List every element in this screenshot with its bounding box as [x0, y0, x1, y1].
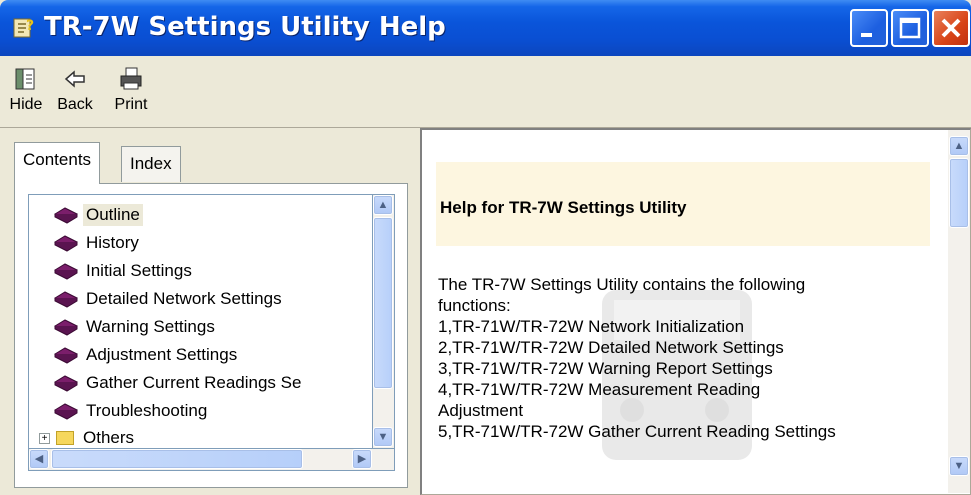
maximize-button[interactable]: [891, 9, 929, 47]
body-line: 5,TR-71W/TR-72W Gather Current Reading S…: [438, 422, 836, 441]
book-icon: [54, 291, 78, 308]
help-app-icon: ?: [13, 18, 34, 38]
scrollbar-thumb[interactable]: [51, 449, 303, 469]
body-line: Adjustment: [438, 401, 524, 420]
help-content-pane: Help for TR-7W Settings Utility The TR-7…: [420, 128, 971, 495]
navigation-pane: Index Contents Outline History Initial S…: [6, 134, 414, 491]
tree-item-others[interactable]: + Others: [29, 424, 137, 448]
scroll-left-button[interactable]: ◀: [29, 449, 49, 469]
hide-label: Hide: [9, 96, 43, 113]
tab-contents-label: Contents: [23, 150, 92, 169]
tree-item-label: Adjustment Settings: [86, 345, 238, 364]
body-line: functions:: [438, 296, 511, 315]
tree-item-label: Others: [83, 428, 135, 447]
tree-item-gather-current-readings[interactable]: Gather Current Readings Se: [53, 369, 304, 397]
minimize-button[interactable]: [850, 9, 888, 47]
toolbar: Hide Back Print: [0, 56, 971, 128]
tree-item-label: Initial Settings: [86, 261, 192, 280]
book-icon: [54, 263, 78, 280]
book-icon: [54, 403, 78, 420]
help-heading: Help for TR-7W Settings Utility: [440, 198, 687, 217]
printer-icon: [120, 67, 142, 90]
tree-horizontal-scrollbar[interactable]: ◀ ▶: [28, 449, 395, 471]
print-button[interactable]: Print: [106, 66, 156, 124]
scroll-down-button[interactable]: ▼: [373, 427, 393, 447]
scroll-down-button[interactable]: ▼: [949, 456, 969, 476]
minimize-icon: [861, 33, 872, 37]
hide-pane-icon: [15, 68, 35, 90]
svg-text:?: ?: [26, 18, 34, 34]
tab-contents[interactable]: Contents: [14, 142, 101, 184]
scroll-up-button[interactable]: ▲: [373, 195, 393, 215]
scrollbar-thumb[interactable]: [949, 158, 969, 228]
scrollbar-thumb[interactable]: [373, 217, 393, 389]
scroll-right-button[interactable]: ▶: [352, 449, 372, 469]
tree-item-label: Detailed Network Settings: [86, 289, 282, 308]
title-bar[interactable]: ? TR-7W Settings Utility Help: [0, 0, 971, 56]
tree-item-outline[interactable]: Outline: [53, 201, 143, 229]
body-line: The TR-7W Settings Utility contains the …: [438, 275, 806, 294]
book-icon: [54, 375, 78, 392]
tree-vertical-scrollbar[interactable]: ▲ ▼: [373, 194, 395, 449]
tree-item-label: Troubleshooting: [86, 401, 208, 420]
tab-index-label: Index: [130, 154, 172, 173]
tab-index[interactable]: Index: [121, 146, 181, 182]
tree-item-troubleshooting[interactable]: Troubleshooting: [53, 397, 210, 425]
tree-item-label: Warning Settings: [86, 317, 215, 336]
maximize-icon: [899, 17, 921, 39]
content-vertical-scrollbar[interactable]: ▲ ▼: [948, 130, 970, 493]
back-arrow-icon: [64, 70, 85, 88]
tree-item-warning-settings[interactable]: Warning Settings: [53, 313, 218, 341]
tree-item-detailed-network-settings[interactable]: Detailed Network Settings: [53, 285, 285, 313]
hide-button[interactable]: Hide: [6, 66, 46, 124]
book-icon: [54, 235, 78, 252]
book-icon: [54, 319, 78, 336]
tree-item-history[interactable]: History: [53, 229, 142, 257]
tree-item-adjustment-settings[interactable]: Adjustment Settings: [53, 341, 240, 369]
back-button[interactable]: Back: [50, 66, 100, 124]
print-label: Print: [114, 96, 148, 113]
body-line: 2,TR-71W/TR-72W Detailed Network Setting…: [438, 338, 784, 357]
contents-panel: Outline History Initial Settings Detaile…: [14, 183, 408, 488]
body-line: 4,TR-71W/TR-72W Measurement Reading: [438, 380, 761, 399]
tree-item-label: History: [86, 233, 139, 252]
window-title: TR-7W Settings Utility Help: [44, 12, 446, 42]
tree-item-label: Gather Current Readings Se: [86, 373, 302, 392]
book-icon: [54, 207, 78, 224]
scroll-up-button[interactable]: ▲: [949, 136, 969, 156]
close-icon: [941, 18, 961, 38]
body-line: 1,TR-71W/TR-72W Network Initialization: [438, 317, 745, 336]
close-button[interactable]: [932, 9, 970, 47]
back-label: Back: [57, 96, 93, 113]
tree-item-label: Outline: [83, 204, 143, 226]
heading-banner: Help for TR-7W Settings Utility: [436, 162, 930, 246]
contents-tree[interactable]: Outline History Initial Settings Detaile…: [28, 194, 373, 449]
folder-icon: [56, 431, 74, 445]
book-icon: [54, 347, 78, 364]
help-body-text: The TR-7W Settings Utility contains the …: [438, 274, 938, 442]
tree-item-initial-settings[interactable]: Initial Settings: [53, 257, 195, 285]
body-line: 3,TR-71W/TR-72W Warning Report Settings: [438, 359, 773, 378]
expand-plus-icon[interactable]: +: [39, 432, 50, 444]
